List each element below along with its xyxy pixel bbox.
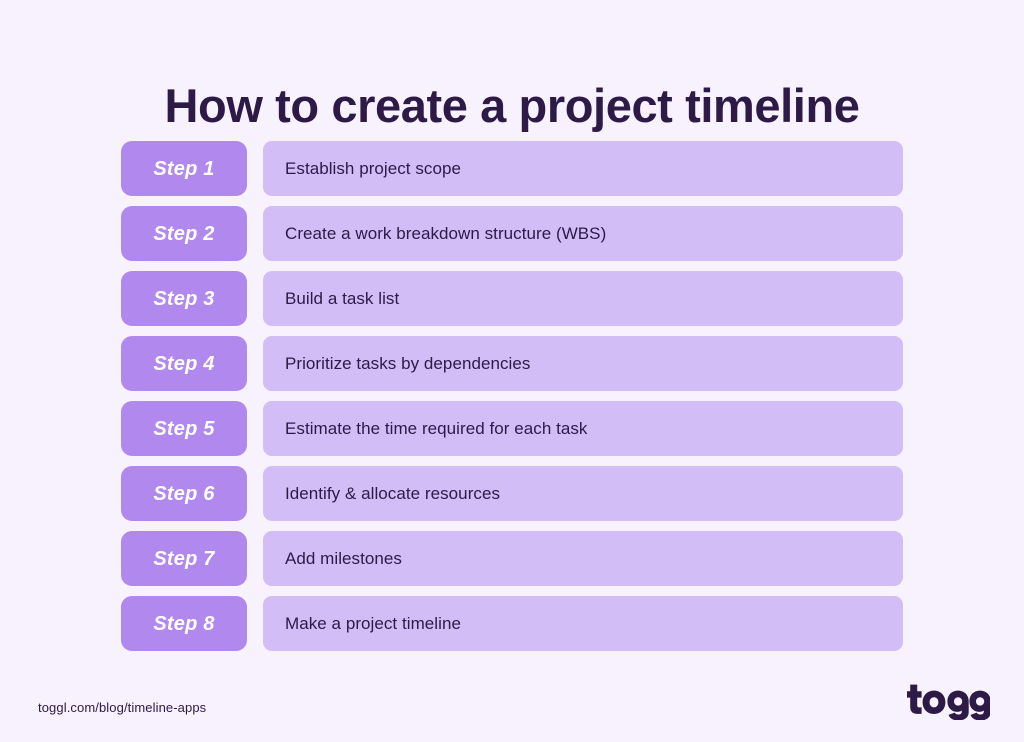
page-title: How to create a project timeline (164, 79, 860, 133)
step-description-label: Identify & allocate resources (285, 483, 501, 503)
infographic-canvas: How to create a project timeline Step 1 … (0, 0, 1024, 742)
step-badge-7: Step 7 (121, 531, 247, 586)
steps-list: Step 1 Establish project scope Step 2 Cr… (121, 141, 903, 651)
step-badge-label: Step 3 (153, 287, 215, 310)
toggl-logo (906, 678, 990, 720)
step-description-4: Prioritize tasks by dependencies (263, 336, 903, 391)
step-badge-1: Step 1 (121, 141, 247, 196)
step-badge-label: Step 4 (153, 352, 215, 375)
step-badge-label: Step 8 (153, 612, 215, 635)
source-url: toggl.com/blog/timeline-apps (38, 700, 207, 715)
step-description-label: Build a task list (285, 288, 400, 308)
step-badge-8: Step 8 (121, 596, 247, 651)
step-description-3: Build a task list (263, 271, 903, 326)
step-description-5: Estimate the time required for each task (263, 401, 903, 456)
step-row: Step 1 Establish project scope (121, 141, 903, 196)
step-row: Step 5 Estimate the time required for ea… (121, 401, 903, 456)
step-row: Step 8 Make a project timeline (121, 596, 903, 651)
step-description-6: Identify & allocate resources (263, 466, 903, 521)
step-badge-label: Step 6 (153, 482, 215, 505)
step-badge-6: Step 6 (121, 466, 247, 521)
step-description-1: Establish project scope (263, 141, 903, 196)
step-badge-2: Step 2 (121, 206, 247, 261)
step-badge-label: Step 1 (153, 157, 215, 180)
step-description-7: Add milestones (263, 531, 903, 586)
step-badge-label: Step 2 (153, 222, 215, 245)
step-badge-4: Step 4 (121, 336, 247, 391)
step-badge-label: Step 5 (153, 417, 215, 440)
step-row: Step 4 Prioritize tasks by dependencies (121, 336, 903, 391)
step-row: Step 3 Build a task list (121, 271, 903, 326)
step-row: Step 2 Create a work breakdown structure… (121, 206, 903, 261)
step-badge-3: Step 3 (121, 271, 247, 326)
step-row: Step 6 Identify & allocate resources (121, 466, 903, 521)
step-description-label: Establish project scope (285, 158, 461, 178)
step-description-8: Make a project timeline (263, 596, 903, 651)
step-badge-5: Step 5 (121, 401, 247, 456)
step-badge-label: Step 7 (153, 547, 215, 570)
step-row: Step 7 Add milestones (121, 531, 903, 586)
step-description-label: Add milestones (285, 548, 402, 568)
step-description-label: Estimate the time required for each task (285, 418, 588, 438)
step-description-label: Prioritize tasks by dependencies (285, 353, 531, 373)
step-description-label: Create a work breakdown structure (WBS) (285, 223, 607, 243)
step-description-2: Create a work breakdown structure (WBS) (263, 206, 903, 261)
step-description-label: Make a project timeline (285, 613, 461, 633)
